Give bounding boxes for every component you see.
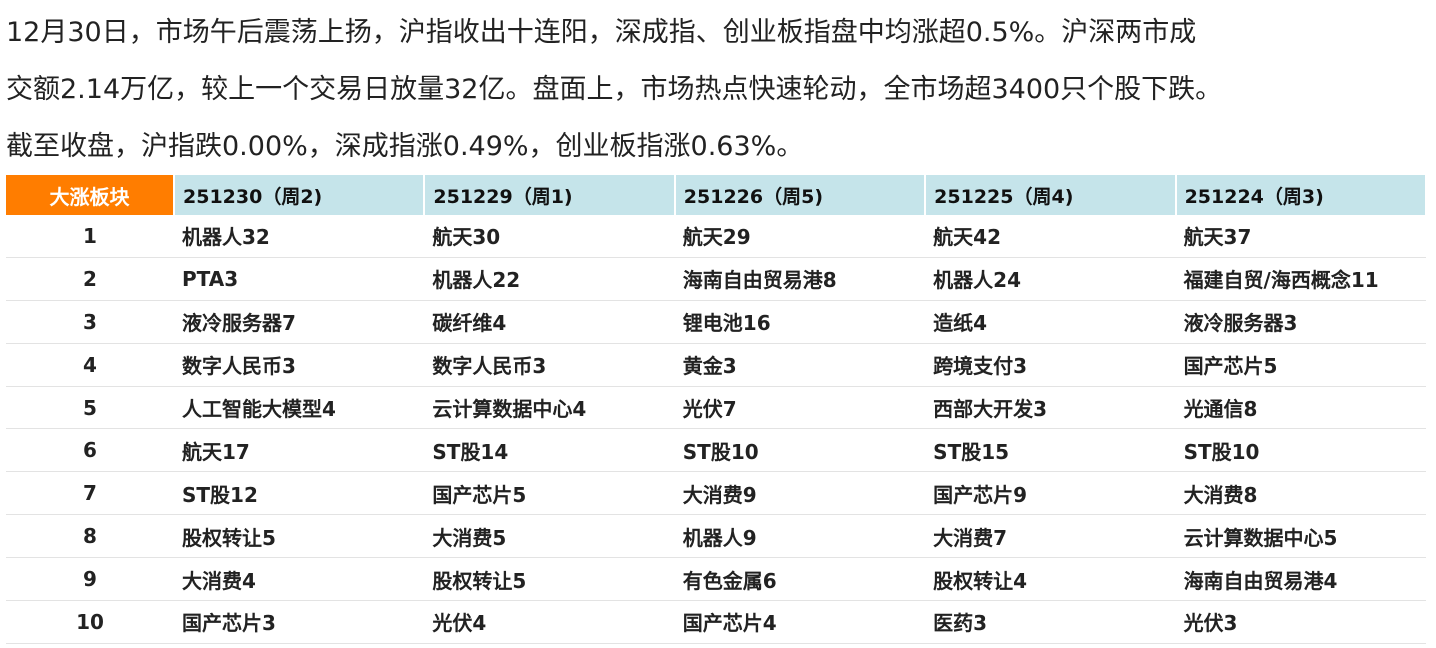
table-row: 7 ST股12 国产芯片5 大消费9 国产芯片9 大消费8 [6,471,1426,516]
rank-cell: 8 [6,514,174,559]
sector-cell: 光伏4 [424,600,675,644]
sector-cell: 机器人24 [925,257,1176,301]
rank-cell: 7 [6,471,174,516]
sector-cell: 跨境支付3 [925,343,1176,387]
rank-cell: 4 [6,343,174,387]
rank-cell: 10 [6,600,174,644]
sector-cell: 西部大开发3 [925,386,1176,430]
sector-cell: 海南自由贸易港8 [674,257,926,301]
sector-cell: 光伏7 [674,386,926,430]
sector-cell: 国产芯片3 [174,600,425,644]
sector-cell: 有色金属6 [674,557,926,602]
sector-cell: 大消费8 [1175,471,1426,516]
sector-cell: 大消费5 [424,514,675,559]
sector-cell: 光通信8 [1175,386,1426,430]
column-header-1: 251230（周2) [174,175,426,215]
sector-cell: 股权转让5 [174,514,425,559]
table-row: 6 航天17 ST股14 ST股10 ST股15 ST股10 [6,428,1426,473]
sector-cell: ST股10 [1175,428,1426,473]
rank-cell: 6 [6,428,174,473]
sector-cell: 航天29 [674,215,926,258]
sector-cell: PTA3 [174,257,425,301]
rank-cell: 2 [6,257,174,301]
sector-cell: 航天17 [174,428,425,473]
sector-cell: 人工智能大模型4 [174,386,425,430]
sector-cell: 云计算数据中心5 [1175,514,1426,559]
column-header-5: 251224（周3) [1175,175,1427,215]
sector-cell: 大消费9 [674,471,926,516]
table-row: 3 液冷服务器7 碳纤维4 锂电池16 造纸4 液冷服务器3 [6,300,1426,344]
sector-cell: 国产芯片9 [925,471,1176,516]
table-header: 大涨板块 251230（周2) 251229（周1) 251226（周5) 25… [6,175,1427,215]
rank-cell: 9 [6,557,174,602]
column-header-2: 251229（周1) [424,175,676,215]
sector-cell: ST股12 [174,471,425,516]
table-row: 5 人工智能大模型4 云计算数据中心4 光伏7 西部大开发3 光通信8 [6,386,1426,430]
sector-cell: 航天30 [424,215,675,258]
corner-label: 大涨板块 [6,175,175,215]
header-row: 大涨板块 251230（周2) 251229（周1) 251226（周5) 25… [6,175,1427,215]
sector-cell: 机器人22 [424,257,675,301]
table-row: 4 数字人民币3 数字人民币3 黄金3 跨境支付3 国产芯片5 [6,343,1426,387]
sector-cell: 航天42 [925,215,1176,258]
sector-cell: 海南自由贸易港4 [1175,557,1426,602]
sector-cell: 机器人32 [174,215,425,258]
table-row: 1 机器人32 航天30 航天29 航天42 航天37 [6,215,1426,258]
sector-cell: 国产芯片4 [674,600,926,644]
sector-cell: 液冷服务器3 [1175,300,1426,344]
intro-line-3: 截至收盘，沪指跌0.00%，深成指涨0.49%，创业板指涨0.63%。 [6,131,804,162]
sector-cell: 航天37 [1175,215,1426,258]
sector-cell: 医药3 [925,600,1176,644]
sector-cell: 造纸4 [925,300,1176,344]
sector-cell: ST股10 [674,428,926,473]
sector-cell: ST股14 [424,428,675,473]
sector-cell: 光伏3 [1175,600,1426,644]
sector-cell: ST股15 [925,428,1176,473]
sector-cell: 碳纤维4 [424,300,675,344]
sector-cell: 黄金3 [674,343,926,387]
intro-line-2: 交额2.14万亿，较上一个交易日放量32亿。盘面上，市场热点快速轮动，全市场超3… [6,74,1223,105]
table-row: 2 PTA3 机器人22 海南自由贸易港8 机器人24 福建自贸/海西概念11 [6,257,1426,301]
sector-cell: 数字人民币3 [174,343,425,387]
table-row: 8 股权转让5 大消费5 机器人9 大消费7 云计算数据中心5 [6,514,1426,559]
intro-line-1: 12月30日，市场午后震荡上扬，沪指收出十连阳，深成指、创业板指盘中均涨超0.5… [6,17,1197,48]
sector-cell: 福建自贸/海西概念11 [1175,257,1426,301]
sector-cell: 锂电池16 [674,300,926,344]
rank-cell: 3 [6,300,174,344]
sector-cell: 股权转让5 [424,557,675,602]
table-row: 10 国产芯片3 光伏4 国产芯片4 医药3 光伏3 [6,600,1426,644]
sector-cell: 国产芯片5 [1175,343,1426,387]
sector-cell: 股权转让4 [925,557,1176,602]
sector-cell: 数字人民币3 [424,343,675,387]
sector-cell: 国产芯片5 [424,471,675,516]
table-row: 9 大消费4 股权转让5 有色金属6 股权转让4 海南自由贸易港4 [6,557,1426,602]
sector-cell: 机器人9 [674,514,926,559]
rank-cell: 1 [6,215,174,258]
sector-cell: 云计算数据中心4 [424,386,675,430]
sector-cell: 大消费4 [174,557,425,602]
sector-cell: 大消费7 [925,514,1176,559]
rank-cell: 5 [6,386,174,430]
table-body: 1 机器人32 航天30 航天29 航天42 航天37 2 PTA3 机器人22 海南自由贸易港8… [6,215,1426,644]
column-header-4: 251225（周4) [925,175,1177,215]
column-header-3: 251226（周5) [674,175,927,215]
sector-gain-table: 大涨板块 251230（周2) 251229（周1) 251226（周5) 25… [6,175,1427,644]
sector-cell: 液冷服务器7 [174,300,425,344]
intro-paragraph: 12月30日，市场午后震荡上扬，沪指收出十连阳，深成指、创业板指盘中均涨超0.5… [6,4,1426,175]
